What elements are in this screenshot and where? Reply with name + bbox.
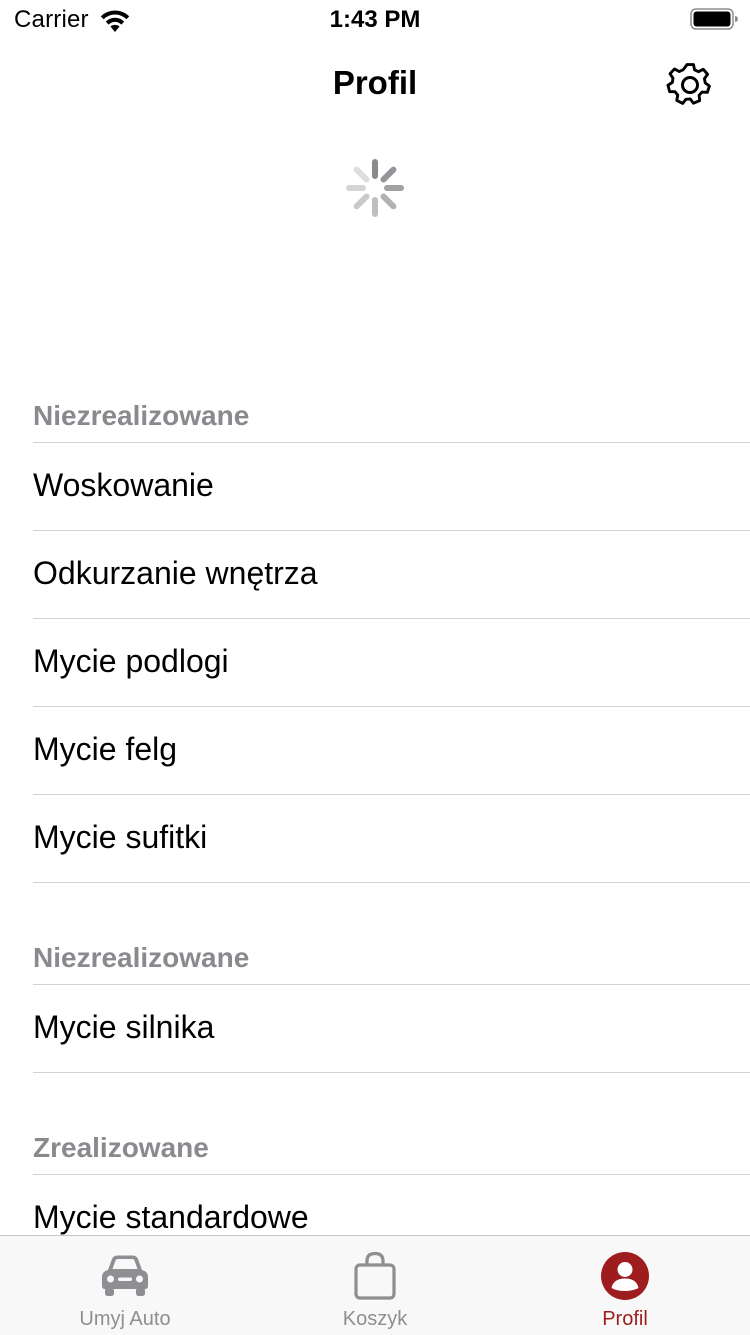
status-time: 1:43 PM [329,6,421,33]
loading-spinner-icon [346,159,404,217]
section-header: Niezrealizowane [33,922,750,985]
list-item[interactable]: Odkurzanie wnętrza [33,531,750,619]
bag-icon [354,1251,396,1300]
list-item-label: Mycie silnika [33,1009,215,1045]
tab-label: Umyj Auto [79,1308,171,1330]
profile-icon [601,1252,649,1300]
section-header: Niezrealizowane [33,380,750,443]
list-item[interactable]: Mycie podlogi [33,619,750,707]
list-item[interactable]: Mycie sufitki [33,795,750,883]
tab-profil[interactable]: Profil [500,1236,750,1335]
gear-icon[interactable] [666,61,714,109]
tab-koszyk[interactable]: Koszyk [250,1236,500,1335]
list-item-label: Mycie standardowe [33,1199,309,1235]
section-header-label: Niezrealizowane [33,400,250,431]
section-header: Zrealizowane [33,1112,750,1175]
list-item-label: Mycie felg [33,731,178,767]
section-header-label: Zrealizowane [33,1132,209,1163]
list-item-label: Odkurzanie wnętrza [33,555,318,591]
list-item[interactable]: Mycie felg [33,707,750,795]
list-item[interactable]: Woskowanie [33,443,750,531]
list-item-label: Mycie sufitki [33,819,208,855]
list-item-label: Woskowanie [33,467,214,503]
tab-umyj-auto[interactable]: Umyj Auto [0,1236,250,1335]
section-header-label: Niezrealizowane [33,942,250,973]
battery-icon [690,8,738,30]
car-icon [102,1255,148,1296]
list-item-label: Mycie podlogi [33,643,229,679]
tab-label: Profil [602,1308,648,1330]
status-bar: Carrier 1:43 PM [0,0,750,40]
orders-list[interactable]: Niezrealizowane Woskowanie Odkurzanie wn… [0,380,750,1263]
list-item[interactable]: Mycie silnika [33,985,750,1073]
page-title: Profil [332,64,418,101]
tab-bar: Umyj Auto Koszyk Profil [0,1235,750,1335]
tab-label: Koszyk [342,1308,408,1330]
